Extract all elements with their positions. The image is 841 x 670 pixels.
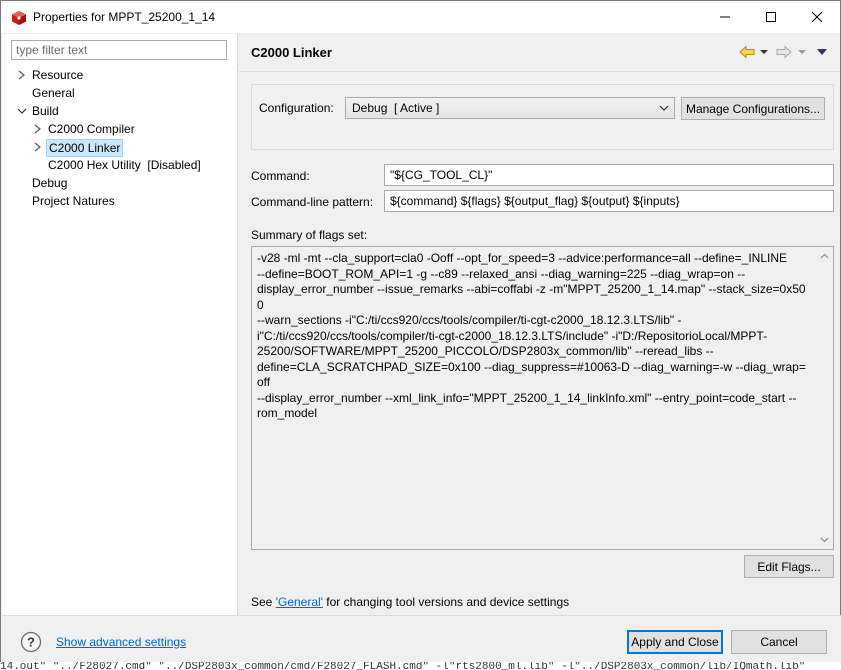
view-menu-icon (817, 49, 827, 55)
background-console-text: 14.out" "../F28027.cmd" "../DSP2803x_com… (0, 662, 841, 670)
configuration-value: Debug [ Active ] (352, 101, 440, 115)
command-input[interactable]: "${CG_TOOL_CL}" (384, 164, 834, 186)
tree-item-label: General (32, 86, 75, 100)
help-icon[interactable]: ? (20, 631, 42, 653)
tree-item-label: C2000 Compiler (48, 122, 135, 136)
summary-line: --define=BOOT_ROM_API=1 -g --c89 --relax… (257, 266, 746, 281)
command-label: Command: (251, 169, 310, 183)
tree-item-label: Build (32, 104, 59, 118)
manage-configurations-button[interactable]: Manage Configurations... (681, 97, 825, 120)
back-button[interactable] (739, 44, 755, 60)
chevron-down-icon (659, 105, 669, 111)
dropdown-icon (798, 50, 806, 54)
summary-line: -v28 -ml -mt --cla_support=cla0 -Ooff --… (257, 251, 788, 265)
summary-line: 25200/SOFTWARE/MPPT_25200_PICCOLO/DSP280… (257, 344, 714, 358)
tree-item-debug[interactable]: Debug (16, 174, 226, 192)
tree-item-label: C2000 Linker (46, 139, 124, 157)
scroll-down-icon[interactable] (820, 537, 829, 543)
summary-of-flags-text[interactable]: -v28 -ml -mt --cla_support=cla0 -Ooff --… (251, 246, 834, 550)
property-page: C2000 Linker Configuration: Debug [Acti… (239, 34, 840, 615)
navigation-pane: Resource General Build C2000 Compiler C2… (2, 34, 238, 615)
general-link[interactable]: 'General' (276, 595, 323, 609)
forward-button[interactable] (776, 44, 792, 60)
summary-line: --warn_sections -i"C:/ti/ccs920/ccs/tool… (257, 313, 682, 327)
minimize-button[interactable] (702, 1, 748, 33)
cancel-button[interactable]: Cancel (731, 630, 827, 654)
summary-line: rom_model (257, 406, 318, 420)
chevron-right-icon[interactable] (16, 66, 28, 84)
tree-item-label: Debug (32, 176, 68, 190)
show-advanced-settings-link[interactable]: Show advanced settings (56, 635, 186, 649)
summary-line: define=CLA_SCRATCHPAD_SIZE=0x100 --diag_… (257, 359, 806, 390)
command-line-pattern-input[interactable]: ${command} ${flags} ${output_flag} ${out… (384, 190, 834, 212)
summary-line: i"C:/ti/ccs920/ccs/tools/compiler/ti-cgt… (257, 328, 768, 343)
window-title: Properties for MPPT_25200_1_14 (33, 10, 216, 24)
minimize-icon (720, 16, 730, 18)
dropdown-icon (760, 50, 768, 54)
chevron-down-icon[interactable] (16, 102, 28, 120)
configuration-label: Configuration: (259, 101, 334, 115)
tree-item-c2000-compiler[interactable]: C2000 Compiler (32, 120, 226, 138)
summary-line: display_error_number --issue_remarks --a… (257, 282, 806, 312)
forward-arrow-icon (776, 45, 792, 59)
configuration-group: Configuration: Debug [ Active ] Manage C… (251, 84, 834, 150)
back-arrow-icon (739, 45, 755, 59)
vertical-scrollbar[interactable] (816, 247, 833, 549)
footer-note: See 'General' for changing tool versions… (251, 595, 569, 609)
close-icon (812, 12, 822, 22)
close-button[interactable] (794, 1, 840, 33)
tree-item-general[interactable]: General (16, 84, 226, 102)
edit-flags-button[interactable]: Edit Flags... (744, 555, 834, 578)
title-bar: Properties for MPPT_25200_1_14 (1, 1, 840, 33)
tree-item-project-natures[interactable]: Project Natures (16, 192, 226, 210)
tree-item-label: Resource (32, 68, 84, 82)
forward-menu-button[interactable] (798, 44, 806, 60)
apply-and-close-button[interactable]: Apply and Close (627, 630, 723, 654)
properties-dialog: Properties for MPPT_25200_1_14 Resource … (0, 0, 841, 670)
filter-input[interactable] (11, 40, 227, 60)
summary-label: Summary of flags set: (251, 228, 368, 242)
help-glyph: ? (27, 635, 35, 650)
tree-item-label: Project Natures (32, 194, 115, 208)
app-cube-icon (12, 11, 26, 25)
tree-item-resource[interactable]: Resource (16, 66, 226, 84)
chevron-right-icon[interactable] (32, 138, 44, 156)
tree-item-build[interactable]: Build (16, 102, 226, 120)
command-line-pattern-label: Command-line pattern: (251, 195, 374, 209)
maximize-icon (766, 12, 776, 22)
tree-item-c2000-linker[interactable]: C2000 Linker (32, 138, 226, 157)
view-menu-button[interactable] (817, 44, 827, 60)
chevron-right-icon[interactable] (32, 120, 44, 138)
scroll-up-icon[interactable] (820, 253, 829, 259)
tree-item-c2000-hex-utility[interactable]: C2000 Hex Utility [Disabled] (32, 156, 226, 174)
tree-item-label: C2000 Hex Utility [Disabled] (48, 158, 201, 172)
page-header: C2000 Linker (239, 34, 840, 72)
footer-note-prefix: See (251, 595, 276, 609)
configuration-select[interactable]: Debug [ Active ] (345, 97, 675, 119)
footer-note-suffix: for changing tool versions and device se… (322, 595, 570, 609)
page-title: C2000 Linker (251, 45, 332, 60)
summary-line: --display_error_number --xml_link_info="… (257, 390, 797, 405)
maximize-button[interactable] (748, 1, 794, 33)
back-menu-button[interactable] (760, 44, 768, 60)
